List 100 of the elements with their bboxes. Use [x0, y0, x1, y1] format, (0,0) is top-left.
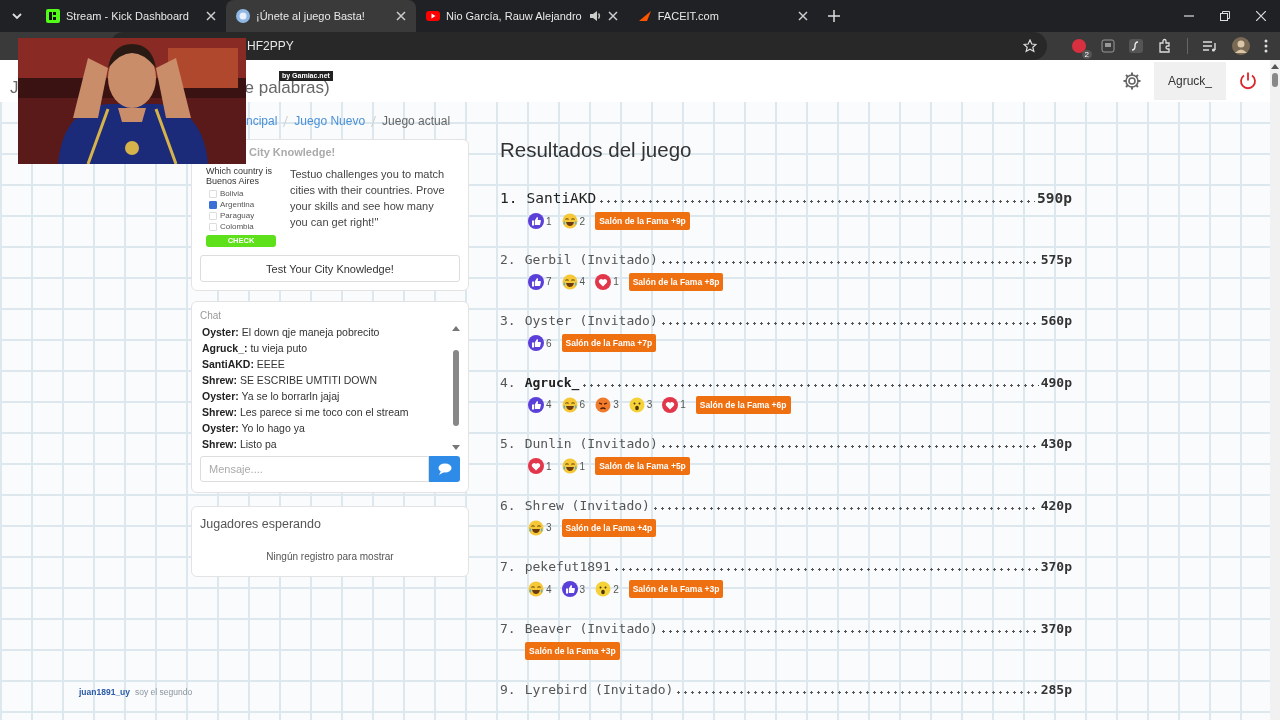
fame-badge: Salón de la Fama +8p [628, 272, 724, 291]
chat-message: Shrew: SE ESCRIBE UMTITI DOWN [202, 373, 379, 388]
ad-title: City Knowledge! [248, 146, 337, 160]
angry-emoji-icon[interactable] [595, 396, 612, 413]
reaction-count: 3 [613, 399, 619, 410]
player-name: Gerbil (Invitado) [524, 251, 658, 267]
close-icon[interactable] [607, 11, 618, 21]
menu-icon[interactable] [1264, 39, 1268, 53]
laughing-emoji-icon[interactable] [561, 273, 578, 290]
scrollbar[interactable] [452, 324, 460, 452]
ad-text: Testuo challenges you to match cities with their countries. Prove your skills and see how many you can get right!" [290, 167, 446, 230]
laughing-emoji-icon[interactable] [528, 581, 544, 597]
reaction-count: 1 [680, 399, 686, 410]
close-icon[interactable] [1256, 11, 1266, 21]
url-text: HF2PPY [247, 39, 295, 53]
speaker-icon[interactable] [587, 9, 602, 23]
reaction-count: 4 [579, 276, 586, 287]
thumbs-up-icon[interactable] [528, 273, 544, 290]
rank-number: 6. [500, 497, 516, 513]
reaction-count: 1 [579, 460, 586, 472]
player-points: 285p [1040, 682, 1072, 697]
chat-message: Oyster: Yo lo hago ya [202, 421, 306, 436]
restore-icon[interactable] [1220, 11, 1230, 21]
message-field[interactable]: Mensaje.... [200, 456, 429, 482]
close-icon[interactable] [396, 11, 406, 21]
extension-icon[interactable] [1101, 39, 1115, 53]
rank-number: 7. [500, 620, 516, 636]
thumbs-up-icon[interactable] [528, 396, 544, 413]
rank-number: 1. [500, 190, 518, 206]
power-icon[interactable] [1238, 71, 1258, 91]
player-name: SantiAKD [526, 190, 597, 206]
player-points: 430p [1040, 436, 1072, 451]
chat-message: Agruck_: tu vieja puto [202, 341, 309, 356]
rank-number: 4. [500, 374, 516, 390]
panel-title: Jugadores esperando [200, 517, 322, 531]
fame-badge: Salón de la Fama +7p [561, 334, 657, 352]
browser-tab[interactable]: Nio García, Rauw Alejandro [416, 0, 628, 32]
laughing-emoji-icon[interactable] [561, 396, 578, 413]
reaction-count: 1 [613, 276, 619, 287]
option-label: Bolivia [220, 189, 244, 198]
player-points: 590p [1037, 190, 1072, 206]
close-icon[interactable] [797, 11, 808, 21]
browser-tab[interactable]: ¡Únete al juego Basta! [226, 0, 416, 32]
ad-button[interactable]: Test Your City Knowledge! [200, 255, 460, 282]
tab-favicon-icon [637, 9, 652, 23]
scrollbar-thumb[interactable] [453, 350, 459, 426]
fame-badge: Salón de la Fama +4p [561, 518, 657, 537]
speech-bubble-icon [437, 463, 452, 475]
chat-message: Oyster: El down qje maneja pobrecito [202, 325, 381, 340]
rank-number: 5. [500, 436, 516, 451]
close-icon[interactable] [206, 11, 216, 21]
laughing-emoji-icon[interactable] [561, 458, 578, 474]
player-name: pekefut1891 [524, 559, 611, 574]
rank-number: 7. [500, 559, 516, 574]
player-name: Dunlin (Invitado) [524, 436, 658, 451]
scroll-down-icon[interactable] [452, 445, 460, 450]
player-name: Shrew (Invitado) [524, 497, 650, 513]
profile-avatar-icon[interactable] [1232, 37, 1250, 55]
thumbs-up-icon[interactable] [528, 335, 544, 351]
browser-tab[interactable]: FACEIT.com [627, 0, 818, 32]
settings-icon[interactable] [1121, 71, 1142, 91]
player-points: 560p [1040, 313, 1072, 328]
puzzle-icon[interactable] [1157, 38, 1173, 54]
browser-tab[interactable]: Stream - Kick Dashboard [36, 0, 226, 32]
fame-badge: Salón de la Fama +3p [525, 641, 620, 660]
thumbs-up-icon[interactable] [561, 581, 578, 597]
breadcrumb-current: Juego actual [382, 114, 451, 128]
scroll-up-icon[interactable] [452, 326, 460, 331]
user-menu-button[interactable]: Agruck_ [1153, 62, 1226, 100]
quiz-question: Which country is Buenos Aires [206, 166, 274, 186]
tab-favicon-icon [46, 9, 60, 23]
send-button[interactable] [429, 456, 460, 482]
rank-number: 2. [500, 251, 516, 267]
extension-icon[interactable] [1129, 39, 1143, 53]
tab-title: FACEIT.com [657, 10, 720, 22]
surprised-emoji-icon[interactable] [628, 396, 645, 413]
scrollbar-thumb[interactable] [1272, 73, 1278, 87]
player-name: Beaver (Invitado) [524, 620, 658, 636]
bookmark-star-icon[interactable] [1023, 39, 1037, 53]
laughing-emoji-icon[interactable] [561, 213, 578, 229]
reaction-count: 4 [546, 399, 552, 410]
scrollbar[interactable] [1270, 60, 1280, 720]
reaction-count: 3 [546, 522, 552, 533]
page-title: J [10, 79, 19, 99]
tab-title: Nio García, Rauw Alejandro [446, 10, 582, 22]
new-tab-icon[interactable] [827, 10, 840, 22]
thumbs-up-icon[interactable] [528, 213, 544, 229]
reaction-count: 1 [546, 460, 552, 472]
chat-message: Shrew: Listo pa [202, 437, 278, 452]
surprised-emoji-icon[interactable] [595, 581, 612, 597]
checkbox[interactable] [209, 200, 217, 209]
fame-badge: Salón de la Fama +5p [595, 457, 690, 475]
option-label: Colombia [220, 222, 254, 231]
player-points: 420p [1040, 497, 1072, 513]
reaction-count: 7 [546, 276, 552, 287]
laughing-emoji-icon[interactable] [528, 519, 544, 536]
player-name: Lyrebird (Invitado) [524, 682, 674, 697]
chat-username: juan1891_uy [79, 687, 131, 697]
scroll-up-icon[interactable] [1271, 64, 1279, 69]
media-queue-icon[interactable] [1202, 38, 1218, 54]
